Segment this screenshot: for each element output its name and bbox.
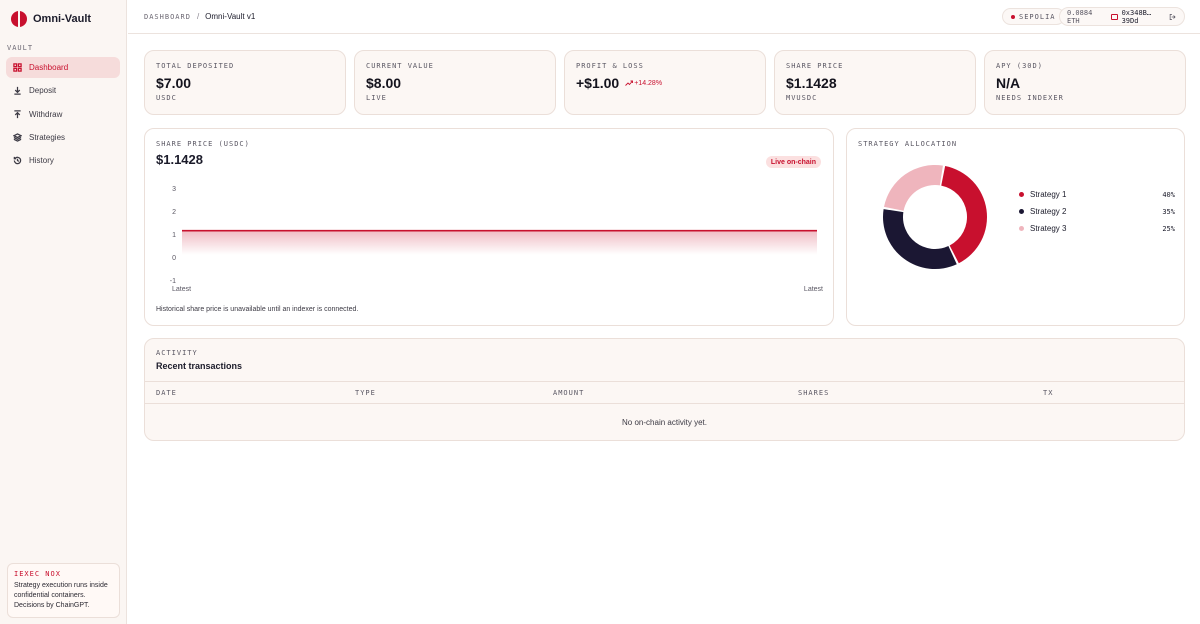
stat-card-current-value: CURRENT VALUE $8.00 LIVE [354, 50, 556, 115]
sidebar-item-label: History [29, 156, 54, 166]
arrow-up-icon [14, 109, 21, 118]
stat-value: +$1.00 [576, 75, 620, 91]
x-tick-label: Latest [172, 286, 191, 293]
brand-logo-icon [11, 11, 27, 27]
share-price-chart: 3210-1Latest Latest [170, 186, 823, 293]
sidebar-item-dashboard[interactable]: Dashboard [6, 57, 120, 78]
donut-slice [883, 209, 957, 269]
y-tick-label: 1 [172, 232, 176, 239]
trend-up-icon [625, 80, 634, 86]
legend-item: Strategy 2 35% [1019, 203, 1175, 220]
sidebar-item-label: Withdraw [29, 109, 63, 119]
sidebar: Omni-Vault VAULT Dashboard Deposit Withd… [0, 0, 127, 624]
legend-pct: 25% [1162, 224, 1175, 233]
activity-label: ACTIVITY [156, 349, 198, 357]
stat-card-profit-loss: PROFIT & LOSS +$1.00 +14.28% [564, 50, 766, 115]
layers-icon [13, 133, 22, 142]
sidebar-item-label: Strategies [29, 132, 66, 142]
wallet-button[interactable]: 0.0884 ETH 0x348B…39Dd [1059, 7, 1185, 26]
sidebar-item-history[interactable]: History [6, 150, 120, 171]
network-badge[interactable]: SEPOLIA [1002, 8, 1065, 25]
sidebar-item-label: Dashboard [29, 63, 69, 72]
pnl-delta: +14.28% [625, 80, 662, 87]
wallet-icon [1110, 13, 1118, 20]
strategy-allocation-card: STRATEGY ALLOCATION Strategy 1 40% Strat… [846, 128, 1185, 326]
stat-label: CURRENT VALUE [366, 62, 434, 70]
y-tick-label: 2 [172, 209, 176, 216]
legend-name: Strategy 2 [1030, 207, 1067, 216]
wallet-balance: 0.0884 ETH [1067, 8, 1093, 25]
breadcrumb-root[interactable]: DASHBOARD [144, 13, 191, 21]
stat-label: APY (30D) [996, 62, 1043, 70]
area-fill [182, 230, 817, 255]
column-header-tx: TX [1043, 389, 1054, 397]
arrow-down-icon [14, 87, 21, 96]
logout-icon[interactable] [1169, 13, 1177, 21]
stat-card-apy: APY (30D) N/A NEEDS INDEXER [984, 50, 1186, 115]
info-panel: IEXEC NOX Strategy execution runs inside… [7, 563, 120, 618]
activity-card: ACTIVITY Recent transactions DATE TYPE A… [144, 338, 1185, 441]
stat-value: N/A [996, 75, 1021, 91]
stat-value-row: +$1.00 +14.28% [576, 75, 754, 91]
table-header: DATE TYPE AMOUNT SHARES TX [145, 381, 1184, 404]
grid-icon [13, 63, 22, 72]
sidebar-item-deposit[interactable]: Deposit [6, 80, 120, 101]
breadcrumb-current: Omni-Vault v1 [205, 12, 256, 21]
sidebar-item-label: Deposit [29, 86, 57, 96]
donut-slice [883, 165, 943, 211]
legend-dot-icon [1019, 192, 1024, 197]
legend-name: Strategy 1 [1030, 190, 1067, 199]
y-tick-label: 0 [172, 255, 176, 262]
network-dot-icon [1011, 14, 1015, 19]
column-header-amount: AMOUNT [553, 389, 585, 397]
stat-value: $7.00 [156, 75, 192, 91]
y-tick-label: 3 [172, 186, 176, 193]
history-icon [13, 156, 22, 165]
column-header-type: TYPE [355, 389, 376, 397]
legend-item: Strategy 1 40% [1019, 186, 1175, 203]
legend-dot-icon [1019, 226, 1024, 231]
stat-card-total-deposited: TOTAL DEPOSITED $7.00 USDC [144, 50, 346, 115]
legend-pct: 40% [1162, 190, 1175, 199]
stat-sub: LIVE [366, 94, 387, 102]
column-header-date: DATE [156, 389, 177, 397]
breadcrumb-separator: / [196, 12, 200, 21]
share-price-card: SHARE PRICE (USDC) $1.1428 Live on-chain… [144, 128, 834, 326]
stat-label: PROFIT & LOSS [576, 62, 644, 70]
stat-sub: USDC [156, 94, 177, 102]
info-panel-title: IEXEC NOX [14, 570, 61, 578]
y-tick-label: -1 [170, 278, 176, 285]
info-panel-text: Strategy execution runs inside confident… [14, 582, 108, 609]
brand-name: Omni-Vault [33, 13, 92, 25]
legend-pct: 35% [1162, 207, 1175, 216]
sidebar-item-strategies[interactable]: Strategies [6, 127, 120, 148]
x-tick-label: Latest [804, 286, 823, 293]
stat-value: $1.1428 [786, 75, 837, 91]
stat-sub: NEEDS INDEXER [996, 94, 1064, 102]
stat-label: TOTAL DEPOSITED [156, 62, 235, 70]
network-label: SEPOLIA [1019, 12, 1056, 21]
chart-note: Historical share price is unavailable un… [156, 306, 359, 313]
sidebar-section-label: VAULT [7, 44, 34, 52]
column-header-shares: SHARES [798, 389, 830, 397]
stat-sub: MVUSDC [786, 94, 818, 102]
stat-card-share-price: SHARE PRICE $1.1428 MVUSDC [774, 50, 976, 115]
activity-title: Recent transactions [156, 361, 243, 371]
topbar: DASHBOARD / Omni-Vault v1 SEPOLIA 0.0884… [128, 0, 1200, 34]
breadcrumb: DASHBOARD / Omni-Vault v1 [144, 12, 255, 21]
legend-name: Strategy 3 [1030, 224, 1067, 233]
allocation-legend: Strategy 1 40% Strategy 2 35% Strategy 3… [1019, 186, 1175, 237]
sidebar-item-withdraw[interactable]: Withdraw [6, 104, 120, 125]
pnl-delta-value: +14.28% [634, 79, 663, 87]
stat-label: SHARE PRICE [786, 62, 844, 70]
wallet-address: 0x348B…39Dd [1121, 8, 1152, 25]
brand[interactable]: Omni-Vault [11, 11, 91, 27]
stat-value: $8.00 [366, 75, 402, 91]
sidebar-nav: Dashboard Deposit Withdraw Strategies Hi… [6, 57, 120, 173]
legend-dot-icon [1019, 209, 1024, 214]
legend-item: Strategy 3 25% [1019, 220, 1175, 237]
empty-state: No on-chain activity yet. [622, 418, 707, 427]
